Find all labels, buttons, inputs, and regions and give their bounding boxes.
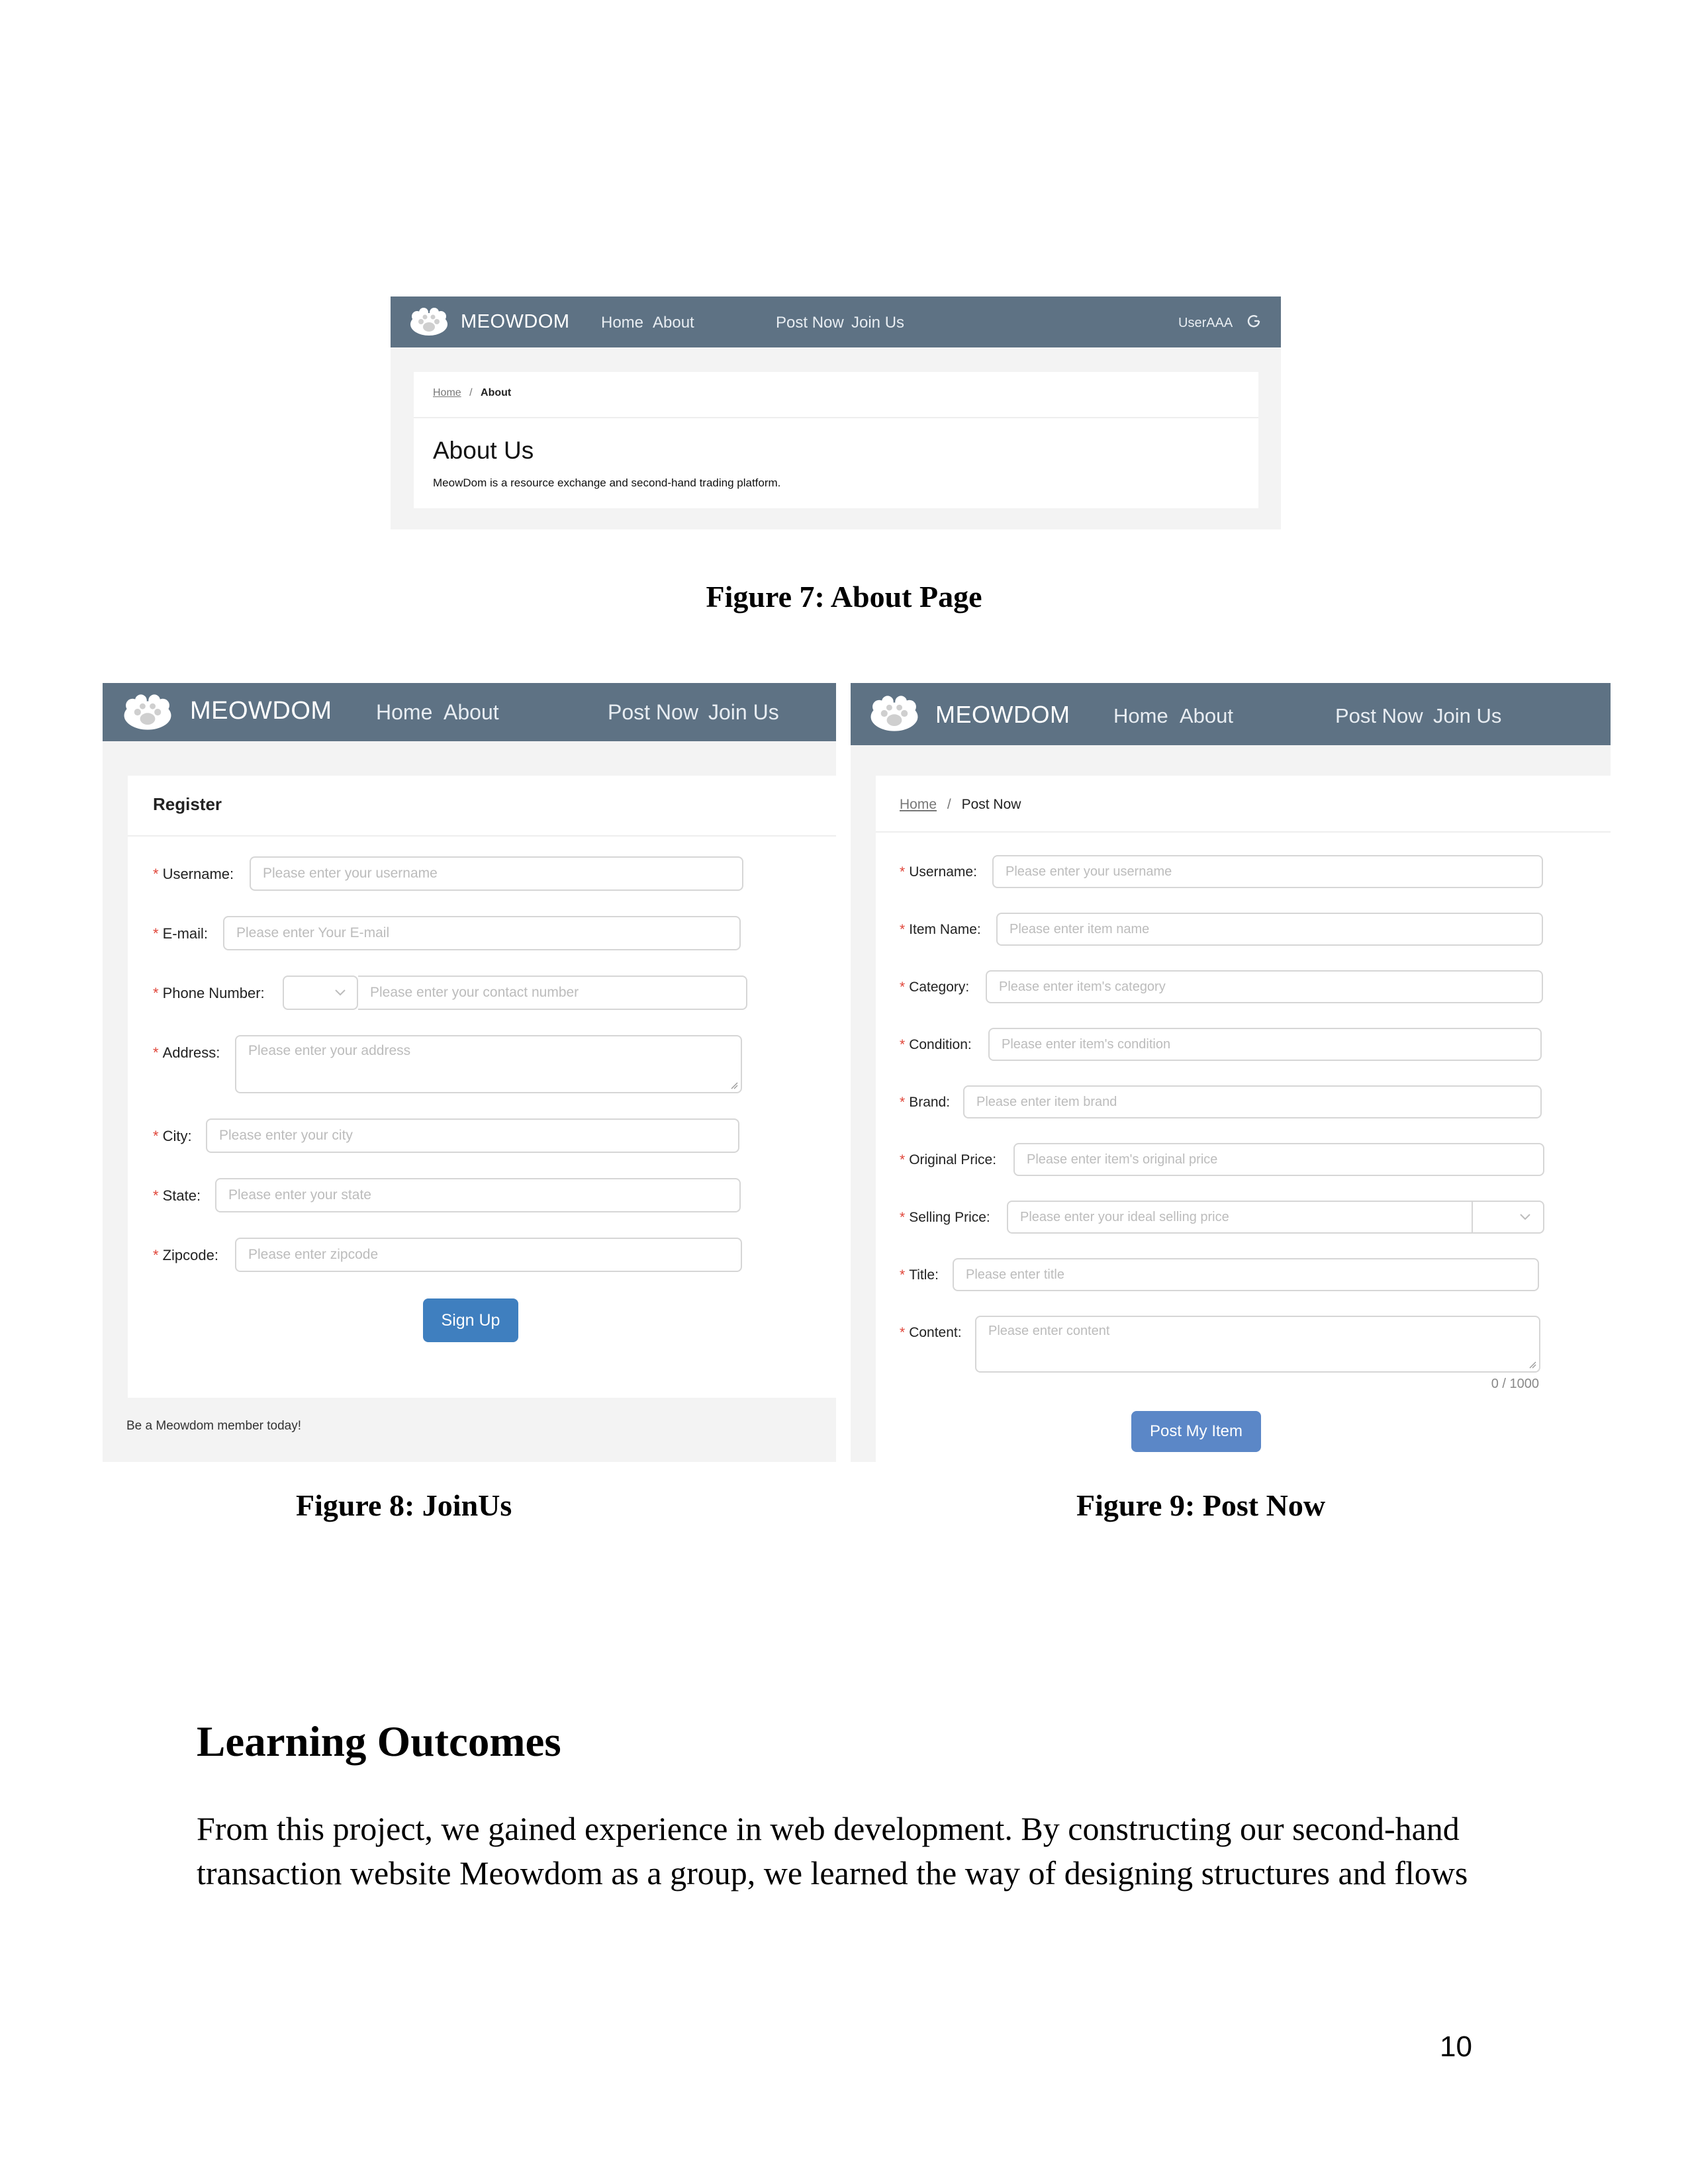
about-page-screenshot: MEOWDOM Home About Post Now Join Us User…	[391, 296, 1281, 529]
nav-post-now-link[interactable]: Post Now	[776, 314, 844, 332]
username-input[interactable]: Please enter your username	[992, 855, 1543, 888]
brand-name[interactable]: MEOWDOM	[461, 311, 570, 333]
navbar: MEOWDOM Home About Post Now Join Us User…	[391, 296, 1281, 347]
selling-price-input[interactable]: Please enter your ideal selling price	[1007, 1201, 1473, 1234]
country-code-select[interactable]	[283, 976, 358, 1010]
about-card: Home / About About Us MeowDom is a resou…	[414, 372, 1258, 508]
figure-8-caption: Figure 8: JoinUs	[296, 1488, 512, 1522]
post-card: Home / Post Now * Username: Please enter …	[876, 776, 1611, 1462]
nav-home-link[interactable]: Home	[376, 700, 432, 725]
state-input[interactable]: Please enter your state	[215, 1178, 741, 1212]
condition-label: * Condition:	[900, 1037, 972, 1052]
section-heading: Learning Outcomes	[197, 1718, 561, 1766]
register-title: Register	[153, 794, 222, 814]
card-divider	[128, 835, 836, 837]
character-counter: 0 / 1000	[1491, 1377, 1539, 1391]
figure-7-caption: Figure 7: About Page	[706, 580, 982, 614]
title-label: * Title:	[900, 1267, 939, 1283]
page-number: 10	[1440, 2030, 1472, 2063]
email-label: * E-mail:	[153, 925, 209, 942]
username-input[interactable]: Please enter your username	[250, 856, 743, 891]
breadcrumb-current: Post Now	[961, 797, 1021, 812]
nav-post-now-link[interactable]: Post Now	[1335, 704, 1423, 728]
item-name-label: * Item Name:	[900, 922, 981, 937]
join-us-screenshot: MEOWDOM Home About Post Now Join Us Regi…	[103, 683, 836, 1462]
card-divider	[414, 417, 1258, 418]
email-input[interactable]: Please enter Your E-mail	[223, 916, 741, 950]
paragraph-line-2: transaction website Meowdom as a group, …	[197, 1854, 1468, 1891]
category-input[interactable]: Please enter item's category	[986, 970, 1543, 1003]
chevron-down-icon	[1520, 1214, 1530, 1220]
city-label: * City:	[153, 1128, 192, 1144]
nav-join-us-link[interactable]: Join Us	[851, 314, 904, 332]
paw-logo-icon	[409, 307, 449, 340]
address-textarea[interactable]: Please enter your address	[235, 1035, 742, 1093]
sign-up-button[interactable]: Sign Up	[423, 1298, 518, 1342]
phone-number-input[interactable]: Please enter your contact number	[358, 976, 747, 1010]
logout-icon[interactable]	[1247, 314, 1262, 332]
navbar: MEOWDOM Home About Post Now Join Us	[103, 683, 836, 741]
nav-home-link[interactable]: Home	[601, 314, 643, 332]
breadcrumb: Home / Post Now	[900, 797, 1021, 813]
address-label: * Address:	[153, 1044, 220, 1061]
breadcrumb: Home / About	[433, 387, 511, 399]
register-footer: Be a Meowdom member today!	[126, 1419, 302, 1433]
username-label: * Username:	[900, 864, 977, 880]
page-title: About Us	[433, 437, 534, 464]
post-my-item-button[interactable]: Post My Item	[1131, 1411, 1261, 1452]
nav-about-link[interactable]: About	[1180, 704, 1233, 728]
figure-9-caption: Figure 9: Post Now	[1076, 1488, 1326, 1522]
currency-select[interactable]	[1472, 1201, 1544, 1234]
navbar: MEOWDOM Home About Post Now Join Us	[851, 683, 1611, 745]
content-textarea[interactable]: Please enter content	[975, 1316, 1540, 1373]
breadcrumb-separator: /	[947, 797, 951, 812]
paw-logo-icon	[122, 694, 173, 734]
breadcrumb-separator: /	[469, 387, 473, 398]
brand-input[interactable]: Please enter item brand	[963, 1085, 1542, 1118]
zipcode-label: * Zipcode:	[153, 1247, 218, 1263]
post-now-screenshot: MEOWDOM Home About Post Now Join Us Home…	[851, 683, 1611, 1462]
resize-handle-icon[interactable]	[1528, 1361, 1536, 1369]
item-name-input[interactable]: Please enter item name	[996, 913, 1543, 946]
original-price-input[interactable]: Please enter item's original price	[1013, 1143, 1544, 1176]
brand-name[interactable]: MEOWDOM	[190, 697, 332, 725]
resize-handle-icon[interactable]	[730, 1081, 738, 1089]
condition-input[interactable]: Please enter item's condition	[988, 1028, 1542, 1061]
city-input[interactable]: Please enter your city	[206, 1118, 739, 1153]
about-description: MeowDom is a resource exchange and secon…	[433, 477, 781, 489]
card-divider	[876, 831, 1611, 833]
nav-join-us-link[interactable]: Join Us	[708, 700, 779, 725]
breadcrumb-home-link[interactable]: Home	[900, 797, 937, 812]
category-label: * Category:	[900, 979, 970, 995]
selling-price-label: * Selling Price:	[900, 1210, 990, 1225]
state-label: * State:	[153, 1187, 201, 1204]
nav-join-us-link[interactable]: Join Us	[1433, 704, 1501, 728]
username-label: * Username:	[153, 866, 234, 882]
chevron-down-icon	[335, 989, 346, 996]
original-price-label: * Original Price:	[900, 1152, 997, 1167]
title-input[interactable]: Please enter title	[953, 1258, 1539, 1291]
nav-home-link[interactable]: Home	[1113, 704, 1168, 728]
breadcrumb-current: About	[481, 387, 512, 398]
brand-label: * Brand:	[900, 1095, 951, 1110]
nav-post-now-link[interactable]: Post Now	[608, 700, 698, 725]
register-card: Register * Username: Please enter your us…	[128, 776, 836, 1398]
zipcode-input[interactable]: Please enter zipcode	[235, 1238, 742, 1272]
breadcrumb-home-link[interactable]: Home	[433, 387, 461, 398]
paw-logo-icon	[869, 695, 919, 735]
phone-number-label: * Phone Number:	[153, 985, 265, 1001]
nav-about-link[interactable]: About	[653, 314, 694, 332]
paragraph-line-1: From this project, we gained experience …	[197, 1810, 1460, 1847]
user-menu[interactable]: UserAAA	[1178, 316, 1233, 331]
content-label: * Content:	[900, 1325, 962, 1340]
brand-name[interactable]: MEOWDOM	[935, 701, 1070, 729]
nav-about-link[interactable]: About	[444, 700, 499, 725]
